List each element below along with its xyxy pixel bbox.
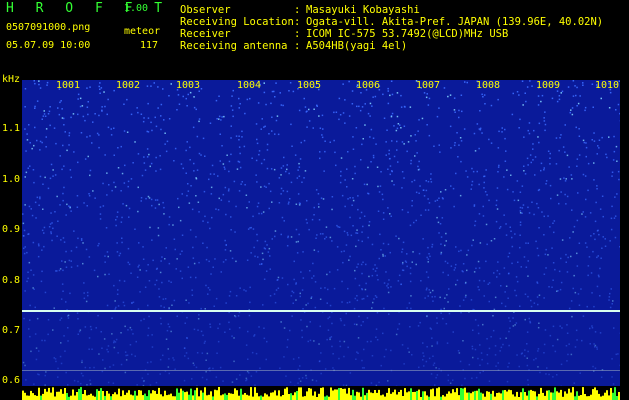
location-value: Ogata-vill. Akita-Pref. JAPAN (139.96E, … (306, 16, 604, 28)
y-tick-label: 0.7 (2, 325, 21, 336)
x-tick-label: 1001 (56, 80, 81, 91)
y-tick-label: 1.0 (2, 174, 21, 185)
location-colon: : (294, 16, 301, 28)
receiver-value: ICOM IC-575 53.7492(@LCD)MHz USB (306, 28, 509, 40)
antenna-label: Receiving antenna (180, 40, 288, 52)
spectrogram-noise (22, 80, 620, 386)
meteor-label: meteor (124, 26, 161, 37)
observer-value: Masayuki Kobayashi (306, 4, 420, 16)
antenna-colon: : (294, 40, 301, 52)
receiver-colon: : (294, 28, 301, 40)
file-name: 0507091000.png (6, 22, 91, 33)
y-tick-label: 0.8 (2, 275, 21, 286)
antenna-value: A504HB(yagi 4el) (306, 40, 408, 52)
observer-colon: : (294, 4, 301, 16)
x-tick-label: 1008 (476, 80, 501, 91)
spectrogram-canvas (22, 80, 620, 386)
x-tick-label: 1004 (237, 80, 262, 91)
date-time: 05.07.09 10:00 (6, 40, 91, 51)
x-tick-label: 1005 (297, 80, 322, 91)
y-axis: kHz (0, 72, 22, 400)
y-tick-label: 0.6 (2, 375, 21, 386)
right-margin (620, 72, 629, 400)
receiver-label: Receiver (180, 28, 231, 40)
x-tick-label: 1010 (595, 80, 620, 91)
x-tick-label: 1006 (356, 80, 381, 91)
x-tick-label: 1009 (536, 80, 561, 91)
y-tick-label: 0.9 (2, 224, 21, 235)
y-axis-unit: kHz (2, 74, 21, 85)
y-tick-label: 1.1 (2, 123, 21, 134)
x-tick-label: 1007 (416, 80, 441, 91)
observer-label: Observer (180, 4, 231, 16)
app-version: 1.00 (124, 3, 149, 14)
meteor-count: 117 (140, 40, 159, 51)
signal-level-strip (22, 386, 620, 400)
signal-level-bars (22, 387, 620, 400)
location-label: Receiving Location (180, 16, 294, 28)
x-tick-label: 1003 (176, 80, 201, 91)
header-panel: H R O F F T 1.00 0507091000.png meteor 0… (0, 0, 629, 72)
x-tick-label: 1002 (116, 80, 141, 91)
